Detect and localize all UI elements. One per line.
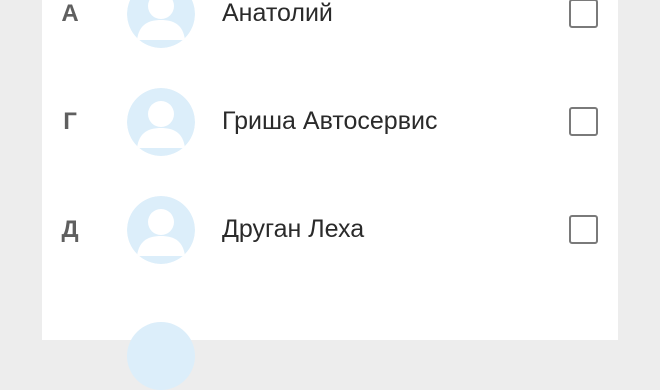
avatar xyxy=(127,0,195,48)
contact-list-panel: А Анатолий Г Гриша Автосервис Д Друган Л… xyxy=(42,0,618,390)
contact-row[interactable]: Г Гриша Автосервис xyxy=(42,68,618,176)
person-silhouette-icon xyxy=(127,0,195,48)
contact-select-checkbox[interactable] xyxy=(569,0,598,28)
section-letter: Д xyxy=(61,216,79,243)
contact-name: Друган Леха xyxy=(222,215,365,243)
avatar xyxy=(127,322,195,390)
contact-row[interactable]: А Анатолий xyxy=(42,0,618,68)
person-silhouette-icon xyxy=(127,196,195,264)
contact-name: Анатолий xyxy=(222,0,333,27)
contact-row[interactable]: Д Друган Леха xyxy=(42,176,618,284)
person-silhouette-icon xyxy=(127,88,195,156)
contact-select-checkbox[interactable] xyxy=(569,215,598,244)
section-letter: А xyxy=(61,0,79,27)
contact-select-checkbox[interactable] xyxy=(569,107,598,136)
section-letter: Г xyxy=(63,108,77,135)
contact-name: Гриша Автосервис xyxy=(222,107,438,135)
avatar xyxy=(127,196,195,264)
avatar xyxy=(127,88,195,156)
